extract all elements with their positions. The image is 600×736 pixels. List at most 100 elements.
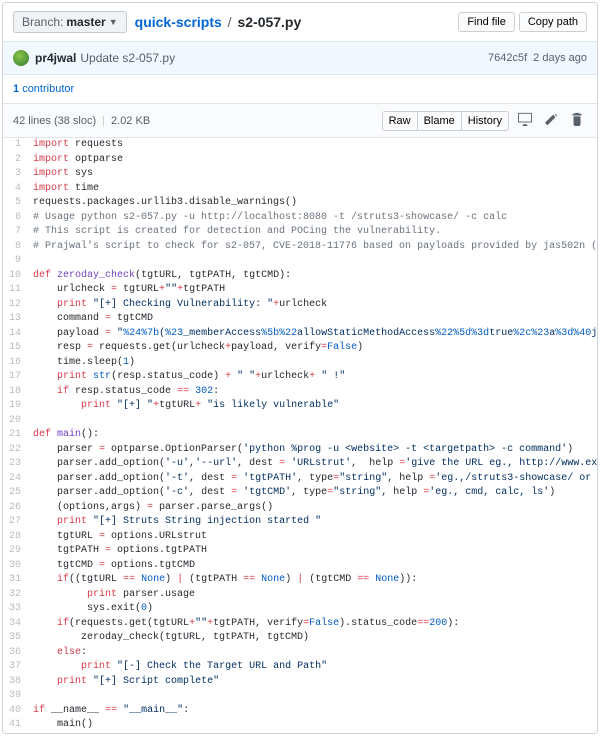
code-line: 24 parser.add_option('-t', dest = 'tgtPA… — [3, 472, 597, 487]
line-number[interactable]: 40 — [3, 704, 29, 719]
line-number[interactable]: 32 — [3, 588, 29, 603]
line-number[interactable]: 33 — [3, 602, 29, 617]
line-number[interactable]: 1 — [3, 138, 29, 153]
copy-path-button[interactable]: Copy path — [519, 12, 587, 32]
line-number[interactable]: 35 — [3, 631, 29, 646]
line-source: parser = optparse.OptionParser('python %… — [29, 443, 597, 458]
line-source: import optparse — [29, 153, 597, 168]
line-number[interactable]: 36 — [3, 646, 29, 661]
line-number[interactable]: 23 — [3, 457, 29, 472]
branch-name: master — [66, 15, 105, 29]
line-number[interactable]: 5 — [3, 196, 29, 211]
line-number[interactable]: 19 — [3, 399, 29, 414]
line-source: tgtCMD = options.tgtCMD — [29, 559, 597, 574]
line-number[interactable]: 3 — [3, 167, 29, 182]
line-number[interactable]: 4 — [3, 182, 29, 197]
code-line: 18 if resp.status_code == 302: — [3, 385, 597, 400]
line-number[interactable]: 20 — [3, 414, 29, 429]
code-line: 16 time.sleep(1) — [3, 356, 597, 371]
code-line: 13 command = tgtCMD — [3, 312, 597, 327]
code-line: 17 print str(resp.status_code) + " "+url… — [3, 370, 597, 385]
line-number[interactable]: 7 — [3, 225, 29, 240]
line-number[interactable]: 29 — [3, 544, 29, 559]
avatar — [13, 50, 29, 66]
line-source: else: — [29, 646, 597, 661]
raw-button[interactable]: Raw — [382, 111, 418, 131]
line-source: print "[+] Struts String injection start… — [29, 515, 597, 530]
line-source: if(requests.get(tgtURL+""+tgtPATH, verif… — [29, 617, 597, 632]
code-viewer: 1import requests2import optparse3import … — [3, 138, 597, 733]
code-line: 38 print "[+] Script complete" — [3, 675, 597, 690]
code-line: 34 if(requests.get(tgtURL+""+tgtPATH, ve… — [3, 617, 597, 632]
line-number[interactable]: 26 — [3, 501, 29, 516]
find-file-button[interactable]: Find file — [458, 12, 515, 32]
line-source: parser.add_option('-t', dest = 'tgtPATH'… — [29, 472, 597, 487]
line-number[interactable]: 37 — [3, 660, 29, 675]
line-source: # This script is created for detection a… — [29, 225, 597, 240]
line-number[interactable]: 21 — [3, 428, 29, 443]
line-source: main() — [29, 718, 597, 733]
blame-button[interactable]: Blame — [418, 111, 461, 131]
line-number[interactable]: 34 — [3, 617, 29, 632]
code-line: 23 parser.add_option('-u','--url', dest … — [3, 457, 597, 472]
line-source: print parser.usage — [29, 588, 597, 603]
line-number[interactable]: 27 — [3, 515, 29, 530]
line-number[interactable]: 9 — [3, 254, 29, 269]
code-line: 25 parser.add_option('-c', dest = 'tgtCM… — [3, 486, 597, 501]
line-number[interactable]: 30 — [3, 559, 29, 574]
code-line: 29 tgtPATH = options.tgtPATH — [3, 544, 597, 559]
line-number[interactable]: 10 — [3, 269, 29, 284]
line-source: (options,args) = parser.parse_args() — [29, 501, 597, 516]
code-line: 22 parser = optparse.OptionParser('pytho… — [3, 443, 597, 458]
line-number[interactable]: 22 — [3, 443, 29, 458]
commit-message[interactable]: Update s2-057.py — [80, 51, 175, 65]
commit-author[interactable]: pr4jwal — [35, 51, 76, 65]
line-source: # Prajwal's script to check for s2-057, … — [29, 240, 597, 255]
line-number[interactable]: 12 — [3, 298, 29, 313]
line-number[interactable]: 28 — [3, 530, 29, 545]
line-number[interactable]: 15 — [3, 341, 29, 356]
pencil-icon[interactable] — [541, 111, 562, 131]
line-source: command = tgtCMD — [29, 312, 597, 327]
line-source: import sys — [29, 167, 597, 182]
commit-time: 2 days ago — [533, 52, 587, 64]
line-number[interactable]: 18 — [3, 385, 29, 400]
file-info-bar: 42 lines (38 sloc) | 2.02 KB Raw Blame H… — [3, 104, 597, 138]
line-number[interactable]: 38 — [3, 675, 29, 690]
line-number[interactable]: 25 — [3, 486, 29, 501]
line-number[interactable]: 31 — [3, 573, 29, 588]
code-line: 6# Usage python s2-057.py -u http://loca… — [3, 211, 597, 226]
line-number[interactable]: 2 — [3, 153, 29, 168]
line-number[interactable]: 41 — [3, 718, 29, 733]
line-source: def zeroday_check(tgtURL, tgtPATH, tgtCM… — [29, 269, 597, 284]
line-number[interactable]: 13 — [3, 312, 29, 327]
code-line: 7# This script is created for detection … — [3, 225, 597, 240]
branch-label: Branch: — [22, 15, 63, 29]
code-line: 5requests.packages.urllib3.disable_warni… — [3, 196, 597, 211]
branch-select[interactable]: Branch: master ▼ — [13, 11, 127, 33]
line-source: urlcheck = tgtURL+""+tgtPATH — [29, 283, 597, 298]
line-number[interactable]: 17 — [3, 370, 29, 385]
line-source: tgtPATH = options.tgtPATH — [29, 544, 597, 559]
line-number[interactable]: 11 — [3, 283, 29, 298]
line-source: import requests — [29, 138, 597, 153]
code-line: 31 if((tgtURL == None) | (tgtPATH == Non… — [3, 573, 597, 588]
line-number[interactable]: 24 — [3, 472, 29, 487]
code-line: 40if __name__ == "__main__": — [3, 704, 597, 719]
commit-sha[interactable]: 7642c5f — [488, 52, 527, 64]
line-number[interactable]: 16 — [3, 356, 29, 371]
history-button[interactable]: History — [461, 111, 509, 131]
line-source: if resp.status_code == 302: — [29, 385, 597, 400]
line-number[interactable]: 39 — [3, 689, 29, 704]
line-source: time.sleep(1) — [29, 356, 597, 371]
code-line: 19 print "[+] "+tgtURL+ "is likely vulne… — [3, 399, 597, 414]
code-line: 28 tgtURL = options.URLstrut — [3, 530, 597, 545]
repo-link[interactable]: quick-scripts — [135, 14, 222, 30]
line-number[interactable]: 8 — [3, 240, 29, 255]
desktop-icon[interactable] — [514, 110, 536, 131]
trash-icon[interactable] — [567, 110, 587, 131]
contributors-link[interactable]: 1 contributor — [13, 83, 74, 95]
contributors-bar: 1 contributor — [3, 75, 597, 104]
line-number[interactable]: 6 — [3, 211, 29, 226]
line-number[interactable]: 14 — [3, 327, 29, 342]
